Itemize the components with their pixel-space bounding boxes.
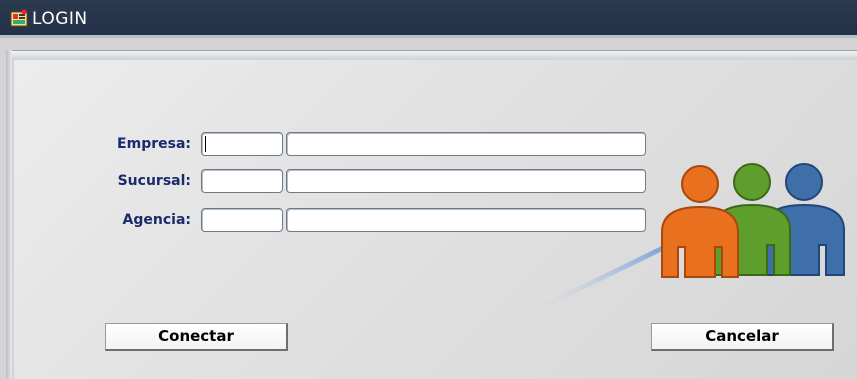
login-window: Empresa: Sucursal: Agencia: Conectar Can… (0, 38, 857, 379)
agencia-label: Agencia: (122, 212, 191, 228)
text-cursor (205, 136, 206, 152)
agencia-name-input[interactable] (286, 208, 646, 232)
sucursal-label: Sucursal: (117, 173, 191, 189)
sucursal-name-input[interactable] (286, 169, 646, 193)
window-frame-left (6, 50, 12, 379)
login-panel: Empresa: Sucursal: Agencia: Conectar Can… (14, 60, 857, 379)
person-orange-icon (661, 165, 739, 278)
empresa-label: Empresa: (117, 136, 191, 152)
sucursal-code-input[interactable] (201, 169, 283, 193)
agencia-code-input[interactable] (201, 208, 283, 232)
cancel-button[interactable]: Cancelar (651, 323, 834, 351)
window-frame-top (6, 50, 857, 59)
empresa-code-input[interactable] (201, 132, 283, 156)
app-icon (10, 9, 28, 27)
empresa-name-input[interactable] (286, 132, 646, 156)
title-bar: LOGIN (0, 0, 857, 38)
people-group-icon (661, 163, 845, 278)
connect-button[interactable]: Conectar (105, 323, 288, 351)
window-title: LOGIN (32, 9, 88, 29)
